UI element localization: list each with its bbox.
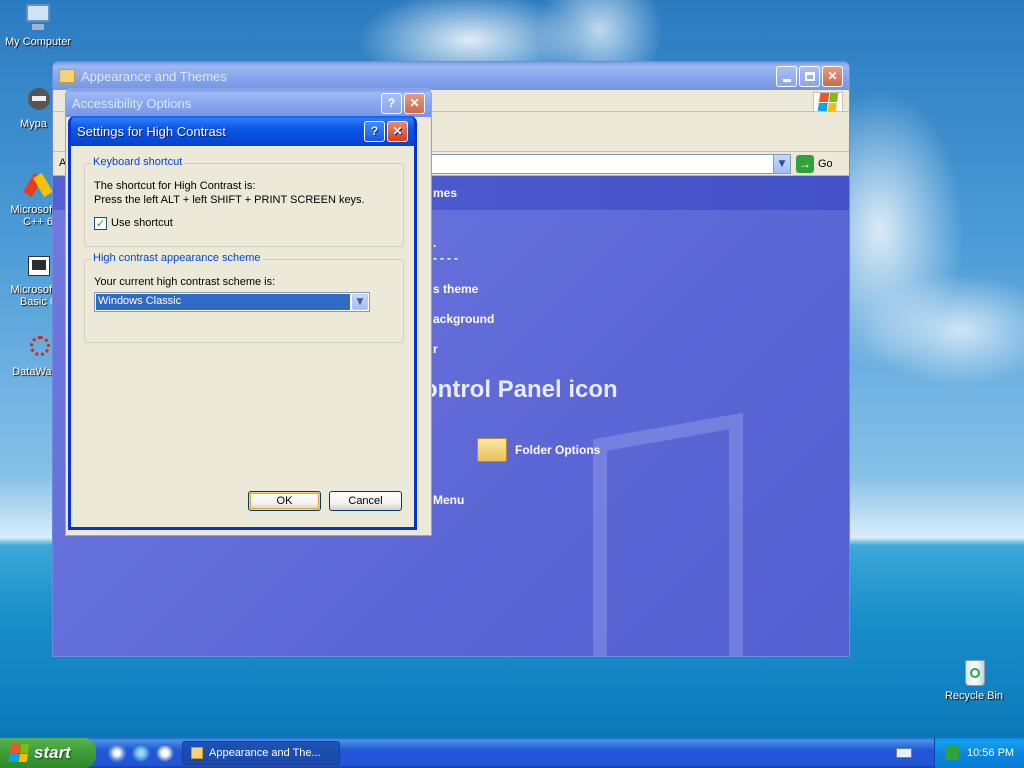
recycle-bin-icon [958, 656, 990, 688]
folder-icon [59, 69, 75, 83]
task-separator: ---- [433, 251, 461, 265]
computer-icon [22, 2, 54, 34]
accessibility-titlebar[interactable]: Accessibility Options ? ✕ [66, 89, 431, 117]
folder-options-icon [477, 438, 507, 462]
go-arrow-icon: → [796, 155, 814, 173]
close-icon: ✕ [827, 69, 838, 83]
checkmark-icon: ✓ [95, 217, 106, 230]
media-player-icon[interactable] [156, 744, 174, 762]
help-icon: ? [387, 96, 396, 110]
close-icon: ✕ [392, 124, 403, 138]
show-desktop-icon[interactable] [108, 744, 126, 762]
cancel-button[interactable]: Cancel [329, 491, 402, 511]
scheme-group: High contrast appearance scheme Your cur… [84, 252, 404, 343]
maximize-icon [804, 71, 815, 81]
pick-icon-heading: ontrol Panel icon [423, 376, 618, 403]
task-link[interactable]: . [433, 236, 436, 250]
address-dropdown-button[interactable]: ▼ [773, 155, 790, 173]
chevron-down-icon: ▼ [356, 297, 364, 307]
maximize-button[interactable] [799, 65, 820, 87]
scheme-selected-value: Windows Classic [96, 294, 350, 310]
window-title: Appearance and Themes [81, 68, 227, 84]
keyboard-shortcut-group: Keyboard shortcut The shortcut for High … [84, 156, 404, 247]
high-contrast-dialog[interactable]: Settings for High Contrast ? ✕ Keyboard … [68, 116, 417, 530]
go-button[interactable]: → Go [796, 155, 833, 173]
scheme-select[interactable]: Windows Classic ▼ [94, 292, 370, 312]
network-icon[interactable] [945, 746, 959, 760]
close-button[interactable]: ✕ [387, 120, 408, 142]
control-panel-titlebar[interactable]: Appearance and Themes ✕ [53, 62, 849, 90]
start-label: start [34, 743, 71, 762]
shortcut-description: The shortcut for High Contrast is: [94, 180, 256, 192]
clock[interactable]: 10:56 PM [967, 747, 1014, 759]
help-button[interactable]: ? [364, 120, 385, 142]
raccoon-icon [22, 84, 54, 116]
datawago-icon [22, 332, 54, 364]
close-button[interactable]: ✕ [822, 65, 843, 87]
window-title: Accessibility Options [72, 95, 192, 111]
minimize-button[interactable] [776, 65, 797, 87]
task-link[interactable]: r [433, 342, 438, 356]
scheme-label: Your current high contrast scheme is: [94, 276, 276, 288]
taskbar: start Appearance and The... 10:56 PM [0, 738, 1024, 768]
internet-explorer-icon[interactable] [132, 744, 150, 762]
minimize-icon [782, 78, 791, 82]
folder-icon [191, 747, 203, 759]
visual-cpp-icon [22, 170, 54, 202]
folder-options-label: Folder Options [515, 443, 601, 457]
high-contrast-titlebar[interactable]: Settings for High Contrast ? ✕ [71, 116, 414, 146]
desktop-icon-label: My Computer [4, 36, 72, 48]
section-heading: mes [433, 186, 458, 200]
chevron-down-icon: ▼ [778, 159, 786, 169]
taskbar-start-menu-link[interactable]: Menu [433, 493, 464, 507]
close-icon: ✕ [409, 96, 420, 110]
checkmark-watermark [593, 412, 743, 656]
group-legend: High contrast appearance scheme [91, 252, 263, 264]
use-shortcut-label[interactable]: Use shortcut [111, 217, 173, 229]
windows-logo-icon [8, 744, 30, 762]
scheme-dropdown-button[interactable]: ▼ [352, 294, 368, 310]
taskbar-window-button[interactable]: Appearance and The... [182, 741, 340, 765]
task-link[interactable]: s theme [433, 282, 478, 296]
go-label: Go [818, 158, 833, 170]
desktop-icon-my-computer[interactable]: My Computer [0, 2, 76, 48]
folder-options-item[interactable]: Folder Options [477, 438, 600, 462]
keyboard-icon[interactable] [896, 748, 912, 758]
high-contrast-body: Keyboard shortcut The shortcut for High … [71, 146, 414, 527]
group-legend: Keyboard shortcut [91, 156, 185, 168]
help-icon: ? [370, 124, 379, 138]
task-link[interactable]: ackground [433, 312, 494, 326]
desktop-icon-label: Recycle Bin [944, 690, 1004, 702]
use-shortcut-checkbox[interactable]: ✓ [94, 217, 107, 230]
visual-basic-icon [22, 250, 54, 282]
windows-logo-icon [813, 92, 843, 112]
shortcut-keys: Press the left ALT + left SHIFT + PRINT … [94, 194, 365, 206]
dialog-title: Settings for High Contrast [77, 123, 226, 139]
desktop-icon-recycle-bin[interactable]: Recycle Bin [936, 656, 1012, 702]
help-button[interactable]: ? [381, 92, 402, 114]
close-button[interactable]: ✕ [404, 92, 425, 114]
start-button[interactable]: start [0, 738, 96, 768]
taskbar-window-label: Appearance and The... [209, 747, 321, 759]
ok-button[interactable]: OK [248, 491, 321, 511]
system-tray: 10:56 PM [934, 738, 1024, 768]
